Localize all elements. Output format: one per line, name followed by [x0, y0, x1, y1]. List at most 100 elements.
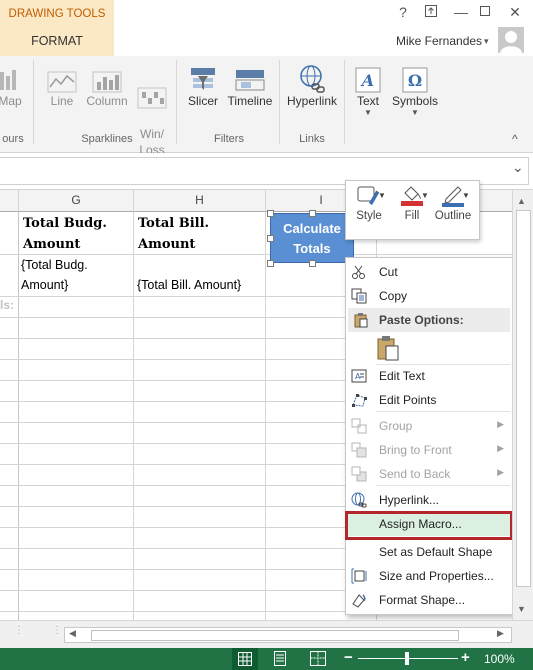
- map-label: Map: [0, 94, 22, 108]
- zoom-level[interactable]: 100%: [484, 652, 515, 666]
- menu-item-bring-to-front[interactable]: Bring to Front ▶: [346, 438, 512, 462]
- user-name[interactable]: Mike Fernandes: [396, 34, 482, 48]
- horizontal-scroll-thumb[interactable]: [91, 630, 459, 641]
- scroll-right-icon[interactable]: ▶: [497, 628, 504, 639]
- group-label-links: Links: [299, 133, 325, 145]
- menu-item-format-shape[interactable]: Format Shape...: [346, 588, 512, 612]
- symbols-button[interactable]: Ω Symbols ▼: [390, 62, 440, 117]
- page-layout-view-button[interactable]: [272, 651, 288, 669]
- fill-label: Fill: [404, 210, 420, 222]
- resize-handle[interactable]: [267, 260, 274, 267]
- expand-formula-bar-button[interactable]: ⌄: [512, 159, 524, 176]
- sparkline-column-icon: [84, 62, 130, 94]
- calculate-totals-shape[interactable]: Calculate Totals: [270, 213, 354, 263]
- symbols-label: Symbols: [391, 94, 438, 108]
- ribbon-separator: [176, 60, 177, 144]
- minimize-button[interactable]: —: [450, 4, 472, 24]
- slicer-button[interactable]: Slicer: [184, 62, 222, 108]
- scroll-up-icon[interactable]: ▲: [517, 196, 526, 206]
- zoom-in-button[interactable]: +: [461, 649, 470, 666]
- fill-button[interactable]: ▼ Fill: [391, 185, 433, 222]
- scroll-down-icon[interactable]: ▼: [517, 604, 526, 614]
- column-header-g[interactable]: G: [19, 190, 134, 212]
- drawing-tools-context-tab[interactable]: DRAWING TOOLS FORMAT: [0, 0, 114, 56]
- resize-handle[interactable]: [309, 210, 316, 217]
- menu-item-hyperlink[interactable]: Hyperlink...: [346, 488, 512, 512]
- column-header-h[interactable]: H: [134, 190, 266, 212]
- cell-g-formula-line1[interactable]: {Total Budg.: [21, 256, 88, 275]
- zoom-out-button[interactable]: −: [344, 649, 353, 666]
- menu-item-cut[interactable]: Cut: [346, 260, 512, 284]
- menu-item-edit-points[interactable]: Edit Points: [346, 388, 512, 412]
- zoom-slider-thumb[interactable]: [405, 652, 409, 665]
- resize-handle[interactable]: [309, 260, 316, 267]
- edit-points-icon: [352, 394, 367, 407]
- cell-h-header[interactable]: Total Bill. Amount: [138, 213, 258, 255]
- help-button[interactable]: ?: [392, 4, 414, 24]
- mini-toolbar: ▼ Style ▼ Fill ▼ Outline: [345, 180, 480, 240]
- slicer-label: Slicer: [187, 94, 218, 108]
- scroll-thumb[interactable]: [516, 210, 531, 587]
- menu-item-send-to-back[interactable]: Send to Back ▶: [346, 462, 512, 486]
- scroll-left-icon[interactable]: ◀: [69, 628, 76, 639]
- shape-text-line1: Calculate: [283, 221, 341, 236]
- fill-dropdown-icon: ▼: [421, 191, 429, 200]
- close-button[interactable]: ✕: [504, 4, 526, 24]
- outline-button[interactable]: ▼ Outline: [432, 185, 474, 222]
- avatar[interactable]: [498, 27, 524, 53]
- text-dropdown-icon: ▼: [364, 108, 372, 117]
- send-to-back-label: Send to Back: [379, 467, 451, 481]
- cell-g-formula-line2[interactable]: Amount}: [21, 276, 68, 295]
- collapse-ribbon-button[interactable]: ^: [512, 132, 518, 146]
- ribbon: Map ours Line Column Win/ Loss Sparkline…: [0, 56, 533, 157]
- menu-item-group[interactable]: Group ▶: [346, 414, 512, 438]
- slicer-icon: [184, 62, 222, 94]
- cell-g-header[interactable]: Total Budg. Amount: [23, 213, 133, 255]
- group-label: Group: [379, 419, 413, 433]
- sparkline-column-button[interactable]: Column: [84, 62, 130, 108]
- restore-ribbon-button[interactable]: [420, 4, 442, 24]
- hyperlink-label: Hyperlink: [286, 94, 337, 108]
- vertical-scrollbar[interactable]: ▲ ▼: [512, 190, 533, 620]
- menu-item-size-and-properties[interactable]: Size and Properties...: [346, 564, 512, 588]
- outline-dropdown-icon: ▼: [462, 191, 470, 200]
- scissors-icon: [352, 265, 365, 279]
- text-button[interactable]: A Text ▼: [350, 62, 386, 117]
- menu-item-copy[interactable]: Copy: [346, 284, 512, 308]
- size-and-properties-label: Size and Properties...: [379, 569, 494, 583]
- column-label: Column: [86, 94, 128, 108]
- map-button[interactable]: Map: [0, 62, 26, 108]
- copy-icon: [351, 288, 367, 304]
- page-layout-icon: [274, 651, 286, 666]
- clipboard-icon: [354, 313, 368, 328]
- sheet-options-icon[interactable]: ⋮: [52, 625, 62, 636]
- horizontal-scrollbar[interactable]: ◀ ▶: [64, 627, 512, 643]
- resize-handle[interactable]: [267, 210, 274, 217]
- sparkline-winloss-icon: [134, 78, 170, 110]
- menu-item-set-default-shape[interactable]: Set as Default Shape: [346, 540, 512, 564]
- tab-format[interactable]: FORMAT: [0, 34, 114, 48]
- group-label-tours: ours: [2, 133, 24, 145]
- text-label: Text: [356, 94, 379, 108]
- sheet-options-icon[interactable]: ⋮: [14, 625, 24, 636]
- menu-separator: [376, 485, 510, 486]
- context-tab-label: DRAWING TOOLS: [8, 8, 106, 20]
- style-button[interactable]: ▼ Style: [348, 185, 390, 222]
- column-header-partial[interactable]: [0, 190, 19, 212]
- paste-options-label: Paste Options:: [379, 313, 464, 327]
- normal-view-button[interactable]: [232, 648, 258, 670]
- format-shape-icon: [352, 594, 366, 608]
- hyperlink-label: Hyperlink...: [379, 493, 440, 507]
- cell-h-formula[interactable]: {Total Bill. Amount}: [137, 276, 241, 295]
- maximize-button[interactable]: [474, 4, 496, 24]
- paste-keep-source-button[interactable]: [376, 335, 400, 361]
- resize-handle[interactable]: [267, 235, 274, 242]
- hyperlink-button[interactable]: Hyperlink: [284, 62, 340, 108]
- page-break-view-button[interactable]: [310, 651, 326, 669]
- svg-text:A: A: [360, 71, 374, 90]
- menu-item-edit-text[interactable]: A Edit Text: [346, 364, 512, 388]
- group-label-filters: Filters: [214, 133, 244, 145]
- user-menu-caret[interactable]: ▾: [484, 36, 489, 47]
- timeline-button[interactable]: Timeline: [226, 62, 274, 108]
- sparkline-line-button[interactable]: Line: [44, 62, 80, 108]
